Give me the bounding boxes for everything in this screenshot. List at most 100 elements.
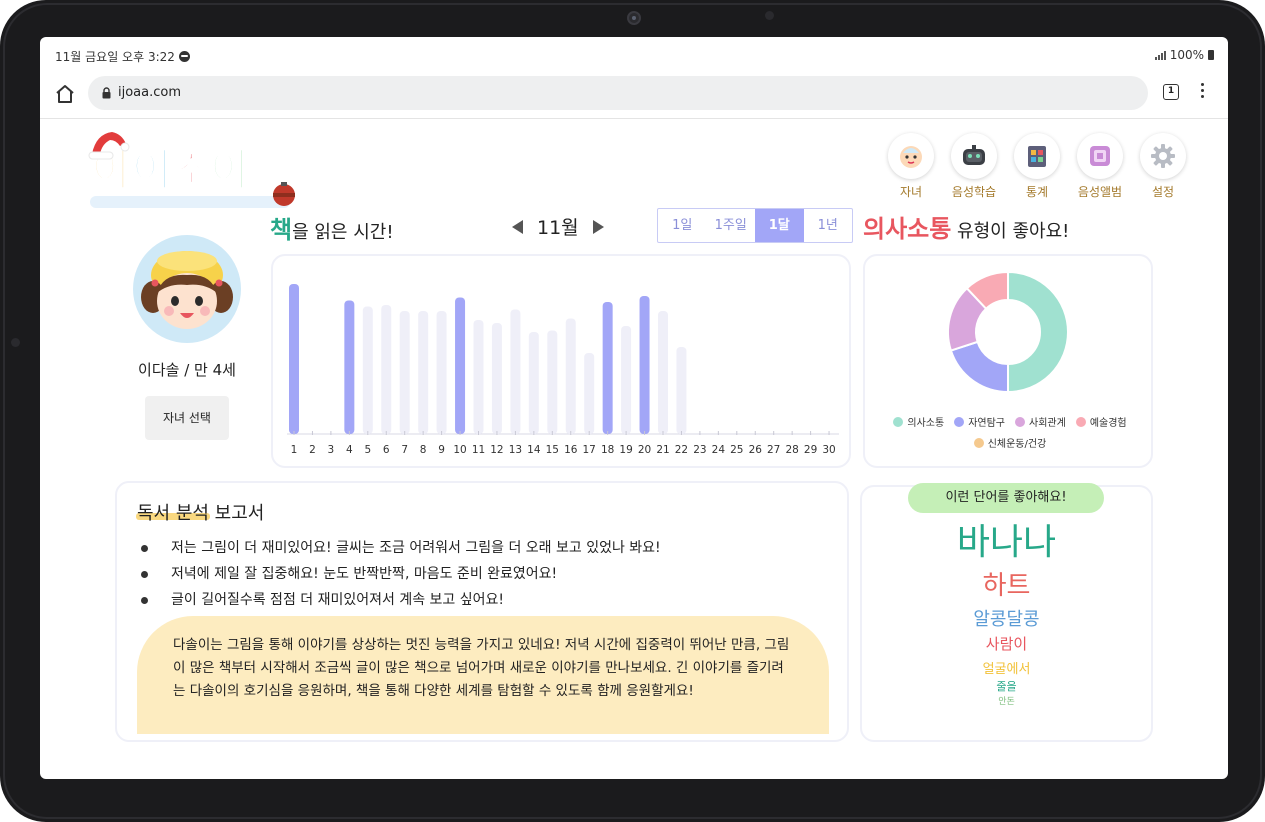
logo-snow xyxy=(90,196,290,208)
nav-item-settings[interactable]: 설정 xyxy=(1140,133,1186,200)
reading-time-chart-card: 1 2 3 4 5 6 7 8 9 10 11 12 13 14 15 16 17 18 19 20 21 22 23 24 2… xyxy=(271,254,851,468)
bar-day-8[interactable] xyxy=(418,311,429,434)
x-tick-label: 20 xyxy=(638,444,651,456)
favorite-word: 얼굴에서 xyxy=(982,662,1031,677)
donut-slice[interactable] xyxy=(949,340,1009,394)
x-tick-label: 18 xyxy=(601,444,614,456)
legend-label: 의사소통 xyxy=(907,418,945,429)
nav-label-stats: 통계 xyxy=(1025,185,1049,199)
select-child-button[interactable]: 자녀 선택 xyxy=(145,396,229,440)
album-icon xyxy=(1077,133,1123,179)
x-tick-label: 6 xyxy=(383,444,390,456)
legend-label: 사회관계 xyxy=(1029,418,1066,429)
bar-day-20[interactable] xyxy=(639,296,650,434)
screen: 11월 금요일 오후 3:22 100% ijoaa.com 1 아이조아 자녀… xyxy=(40,37,1228,779)
bar-day-21[interactable] xyxy=(658,311,668,434)
app-content: 아이조아 자녀 음성학습 통계 음성앨범 설정 책을 읽은 시간! 11월 1일… xyxy=(40,119,1228,779)
nav-item-voice-learning[interactable]: 음성학습 xyxy=(951,133,997,200)
nav-label-child: 자녀 xyxy=(899,185,923,199)
reading-time-title: 책을 읽은 시간! xyxy=(270,210,394,245)
bar-day-19[interactable] xyxy=(621,326,632,434)
x-tick-label: 22 xyxy=(675,444,688,456)
reading-time-bar-chart: 1 2 3 4 5 6 7 8 9 10 11 12 13 14 15 16 17 18 19 20 21 22 23 24 2… xyxy=(287,284,839,456)
x-tick-label: 5 xyxy=(364,444,371,456)
tablet-frame: 11월 금요일 오후 3:22 100% ijoaa.com 1 아이조아 자녀… xyxy=(0,0,1265,822)
report-summary: 다솔이는 그림을 통해 이야기를 상상하는 멋진 능력을 가지고 있네요! 저녁… xyxy=(137,616,829,734)
x-tick-label: 27 xyxy=(767,444,780,456)
bar-day-13[interactable] xyxy=(510,309,521,435)
legend-item[interactable]: 사회관계 xyxy=(1015,414,1066,429)
bar-day-18[interactable] xyxy=(602,302,613,434)
front-camera xyxy=(627,11,641,25)
home-icon[interactable] xyxy=(54,83,76,105)
period-tab[interactable]: 1주일 xyxy=(707,209,756,242)
next-month-icon[interactable] xyxy=(592,219,604,234)
baby-face-icon xyxy=(888,133,934,179)
legend-dot xyxy=(1015,416,1025,427)
x-tick-label: 12 xyxy=(490,444,503,456)
bar-day-11[interactable] xyxy=(473,320,484,434)
communication-donut-chart xyxy=(947,270,1069,394)
nav-item-voice-album[interactable]: 음성앨범 xyxy=(1077,133,1123,200)
legend-label: 신체운동/건강 xyxy=(987,439,1047,450)
bar-day-4[interactable] xyxy=(344,300,355,435)
favorite-word: 줄을 xyxy=(996,680,1017,693)
bar-day-10[interactable] xyxy=(455,297,466,435)
bar-day-22[interactable] xyxy=(676,347,687,434)
favorite-words-card: 이런 단어를 좋아해요! 바나나 하트 알콩달콩 사람이 얼굴에서 줄을 안돈 xyxy=(860,483,1153,742)
reading-report-card: 독서 분석 보고서 저는 그림이 더 재미있어요! 글씨는 조금 어려워서 그림… xyxy=(115,481,849,742)
legend-item[interactable]: 예술경험 xyxy=(1075,414,1127,429)
month-label: 11월 xyxy=(537,217,579,239)
light-sensor xyxy=(765,11,774,20)
status-time: 11월 금요일 오후 3:22 xyxy=(55,50,175,64)
bar-day-12[interactable] xyxy=(491,323,502,434)
period-tab[interactable]: 1달 xyxy=(755,209,804,242)
x-tick-label: 1 xyxy=(291,444,298,456)
ornament-icon xyxy=(273,182,295,206)
x-tick-label: 25 xyxy=(730,444,743,456)
tab-switcher-button[interactable]: 1 xyxy=(1163,84,1179,100)
period-tab[interactable]: 1일 xyxy=(658,209,707,242)
bar-day-16[interactable] xyxy=(565,318,576,435)
bar-day-17[interactable] xyxy=(584,353,595,434)
x-tick-label: 3 xyxy=(328,444,335,456)
x-tick-label: 28 xyxy=(785,444,798,456)
x-tick-label: 8 xyxy=(420,444,427,456)
logo[interactable]: 아이조아 xyxy=(84,126,316,212)
nav-item-stats[interactable]: 통계 xyxy=(1014,133,1060,200)
legend-item[interactable]: 신체운동/건강 xyxy=(973,435,1047,450)
x-tick-label: 16 xyxy=(564,444,578,456)
favorite-words-badge: 이런 단어를 좋아해요! xyxy=(908,483,1104,513)
favorite-word: 사람이 xyxy=(985,635,1028,653)
x-tick-label: 15 xyxy=(546,444,559,456)
bar-day-5[interactable] xyxy=(362,306,373,435)
nav-label-voice-learning: 음성학습 xyxy=(951,185,997,199)
url-text: ijoaa.com xyxy=(118,85,182,100)
status-bar: 11월 금요일 오후 3:22 100% xyxy=(40,37,1228,73)
lock-icon xyxy=(102,87,111,99)
legend-dot xyxy=(893,416,904,427)
prev-month-icon[interactable] xyxy=(512,219,523,234)
nav-item-child[interactable]: 자녀 xyxy=(888,133,934,200)
bar-day-15[interactable] xyxy=(547,330,558,435)
legend-item[interactable]: 의사소통 xyxy=(893,414,944,429)
address-bar[interactable]: ijoaa.com xyxy=(88,76,1148,110)
legend-dot xyxy=(1075,416,1086,427)
status-right: 100% xyxy=(1154,48,1214,62)
bar-day-9[interactable] xyxy=(436,311,447,434)
x-tick-label: 4 xyxy=(346,444,353,456)
bar-day-6[interactable] xyxy=(381,305,392,434)
x-tick-label: 10 xyxy=(453,444,466,456)
legend-label: 예술경험 xyxy=(1089,418,1127,429)
period-tab[interactable]: 1년 xyxy=(804,209,853,242)
x-tick-label: 7 xyxy=(401,444,408,456)
browser-menu-icon[interactable] xyxy=(1200,83,1206,101)
gear-icon xyxy=(1140,133,1186,179)
donut-slice[interactable] xyxy=(1007,270,1069,394)
legend-item[interactable]: 자연탐구 xyxy=(954,414,1005,429)
bar-day-7[interactable] xyxy=(399,311,410,434)
side-sensor xyxy=(11,338,20,347)
bar-day-14[interactable] xyxy=(528,332,539,434)
bar-day-1[interactable] xyxy=(289,284,299,434)
report-title: 독서 분석 보고서 xyxy=(137,503,265,524)
